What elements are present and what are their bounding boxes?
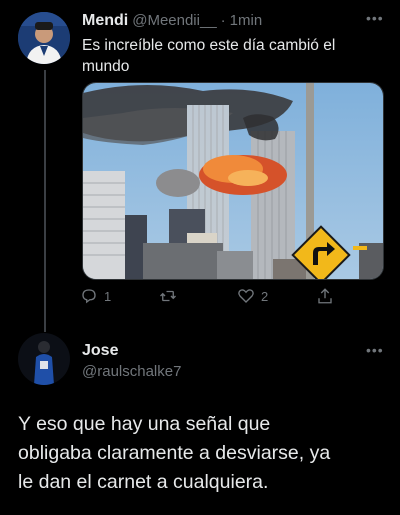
tweet-media-photo[interactable] (82, 82, 384, 280)
heart-icon (238, 289, 254, 303)
reply-text-line: obligaba claramente a desviarse, ya (18, 442, 331, 464)
reply-header: Jose @raulschalke7 (82, 342, 181, 380)
thread-connector-line (44, 70, 46, 332)
tweet-header: Mendi @Meendii__ · 1min (82, 12, 262, 30)
tweet-author-handle[interactable]: @Meendii__ (132, 12, 216, 29)
tweet-timestamp[interactable]: 1min (230, 12, 263, 29)
tweet-text: Es increíble como este día cambió el mun… (82, 35, 382, 77)
tweet-text-line: Es increíble como este día cambió el (82, 37, 336, 54)
reply-icon (82, 289, 96, 304)
avatar-jose-image (18, 333, 70, 385)
reply-author-handle[interactable]: @raulschalke7 (82, 363, 181, 380)
reply-more-button[interactable]: ••• (366, 342, 384, 358)
share-action[interactable] (316, 286, 334, 306)
avatar-jose[interactable] (18, 333, 70, 385)
share-icon (318, 288, 332, 304)
reply-action[interactable]: 1 (80, 287, 111, 305)
retweet-icon (160, 290, 176, 302)
more-dots-icon: ••• (366, 342, 384, 358)
reply-text-line: Y eso que hay una señal que (18, 413, 271, 435)
reply-text: Y eso que hay una señal que obligaba cla… (18, 410, 388, 497)
like-count: 2 (261, 288, 269, 304)
more-dots-icon: ••• (366, 10, 384, 26)
tweet-more-button[interactable]: ••• (366, 10, 384, 26)
like-action[interactable]: 2 (237, 287, 268, 305)
avatar-mendi[interactable] (18, 12, 70, 64)
reply-count: 1 (104, 288, 112, 304)
tweet-author-name[interactable]: Mendi (82, 12, 128, 30)
retweet-action[interactable] (158, 287, 184, 305)
tweet-text-line: mundo (82, 58, 130, 75)
twin-towers-photo-icon (83, 83, 383, 279)
reply-text-line: le dan el carnet a cualquiera. (18, 471, 269, 493)
tweet-time-separator: · (220, 12, 226, 29)
reply-author-name[interactable]: Jose (82, 342, 181, 360)
avatar-mendi-image (18, 12, 70, 64)
